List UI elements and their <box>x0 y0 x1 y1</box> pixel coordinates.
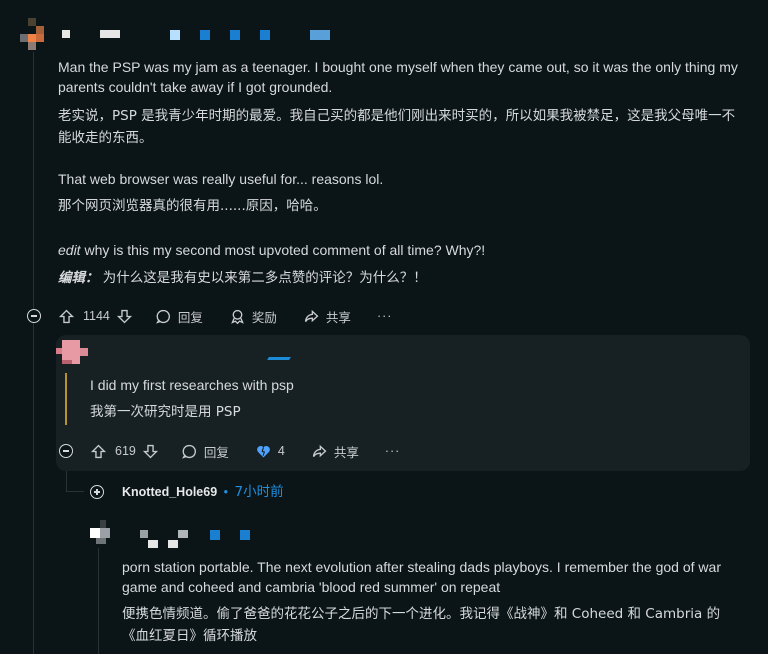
more-options-label: ··· <box>384 444 401 458</box>
redacted-username <box>148 540 158 548</box>
share-icon <box>312 444 327 457</box>
redacted-flair <box>210 530 220 540</box>
more-options-button[interactable]: ··· <box>385 444 401 458</box>
collapse-thread-button[interactable] <box>59 444 73 458</box>
avatar[interactable] <box>56 340 92 364</box>
avatar[interactable] <box>20 18 52 50</box>
share-button[interactable]: 共享 <box>303 307 351 326</box>
heart-award-icon <box>256 445 270 457</box>
award-icon <box>231 309 244 324</box>
upvote-icon <box>90 444 107 458</box>
comment2-body-zh: 我第一次研究时是用 PSP <box>90 404 241 420</box>
comment3-body-en: porn station portable. The next evolutio… <box>122 559 721 595</box>
thread-line <box>33 52 34 310</box>
comment1-body-zh-2: 那个网页浏览器真的很有用......原因，哈哈。 <box>58 198 327 214</box>
collapsed-reply-meta: Knotted_Hole69 • 7小时前 <box>122 483 284 501</box>
reply-label: 回复 <box>203 445 229 460</box>
comment-icon <box>155 309 170 324</box>
comment1-body-en: Man the PSP was my jam as a teenager. I … <box>58 59 738 95</box>
downvote-icon <box>116 309 132 323</box>
share-label: 共享 <box>325 310 351 325</box>
expand-thread-button[interactable] <box>90 485 104 499</box>
share-button[interactable]: 共享 <box>311 442 359 461</box>
comment2-body-en: I did my first researches with psp <box>90 377 294 393</box>
comment1-edit-en: edit why is this my second most upvoted … <box>58 240 485 260</box>
reply-button[interactable]: 回复 <box>181 442 229 461</box>
edit-text-zh: 为什么这是我有史以来第二多点赞的评论？为什么？！ <box>102 270 427 286</box>
edit-label-zh: 编辑： <box>58 270 99 286</box>
comment1-body-en-2: That web browser was really useful for..… <box>58 171 384 187</box>
comment-icon <box>181 444 196 459</box>
redacted-flair <box>200 30 210 40</box>
redacted-timestamp <box>310 30 330 40</box>
award-button[interactable]: 4 <box>255 443 285 460</box>
reply-label: 回复 <box>177 310 203 325</box>
comment2-action-bar: 619 回复 4 共享 ··· <box>90 439 400 463</box>
vote-count: 619 <box>115 444 136 458</box>
redacted-flair <box>170 30 180 40</box>
share-icon <box>304 309 319 322</box>
comment1-action-bar: 1144 回复 奖励 共享 ··· <box>58 304 392 328</box>
downvote-button[interactable] <box>116 308 133 325</box>
collapse-thread-button[interactable] <box>27 309 41 323</box>
meta-separator: • <box>223 485 229 499</box>
comment1-edit-zh: 编辑： 为什么这是我有史以来第二多点赞的评论？为什么？！ <box>58 268 427 288</box>
thread-line <box>98 548 99 654</box>
redacted-username <box>168 540 178 548</box>
downvote-button[interactable] <box>142 443 159 460</box>
redacted-username <box>62 30 70 38</box>
vote-count: 1144 <box>83 309 110 323</box>
redacted-flair <box>260 30 270 40</box>
redacted-flair <box>240 530 250 540</box>
more-options-button[interactable]: ··· <box>377 309 393 323</box>
award-count: 4 <box>277 444 285 458</box>
upvote-icon <box>58 309 75 323</box>
avatar[interactable] <box>90 520 118 548</box>
timestamp: 7小时前 <box>234 484 284 500</box>
redacted-username <box>100 30 120 38</box>
thread-line <box>33 322 34 654</box>
share-label: 共享 <box>333 445 359 460</box>
redacted-timestamp <box>267 357 291 360</box>
redacted-username <box>140 530 148 538</box>
thread-line <box>66 491 84 492</box>
comment3-body-zh: 便携色情频道。偷了爸爸的花花公子之后的下一个进化。我记得《战神》和 Coheed… <box>122 606 721 644</box>
reply-button[interactable]: 回复 <box>155 307 203 326</box>
more-options-label: ··· <box>376 309 393 323</box>
edit-text: why is this my second most upvoted comme… <box>84 242 486 258</box>
redacted-flair <box>230 30 240 40</box>
award-label: 奖励 <box>251 310 277 325</box>
downvote-icon <box>142 444 158 458</box>
upvote-button[interactable] <box>58 308 75 325</box>
award-button[interactable]: 奖励 <box>229 307 277 326</box>
username[interactable]: Knotted_Hole69 <box>122 485 217 499</box>
highlight-bar <box>65 373 67 425</box>
comment1-body-zh: 老实说，PSP 是我青少年时期的最爱。我自己买的都是他们刚出来时买的，所以如果我… <box>58 108 736 146</box>
edit-label: edit <box>58 242 81 258</box>
upvote-button[interactable] <box>90 443 107 460</box>
redacted-username <box>178 530 188 538</box>
